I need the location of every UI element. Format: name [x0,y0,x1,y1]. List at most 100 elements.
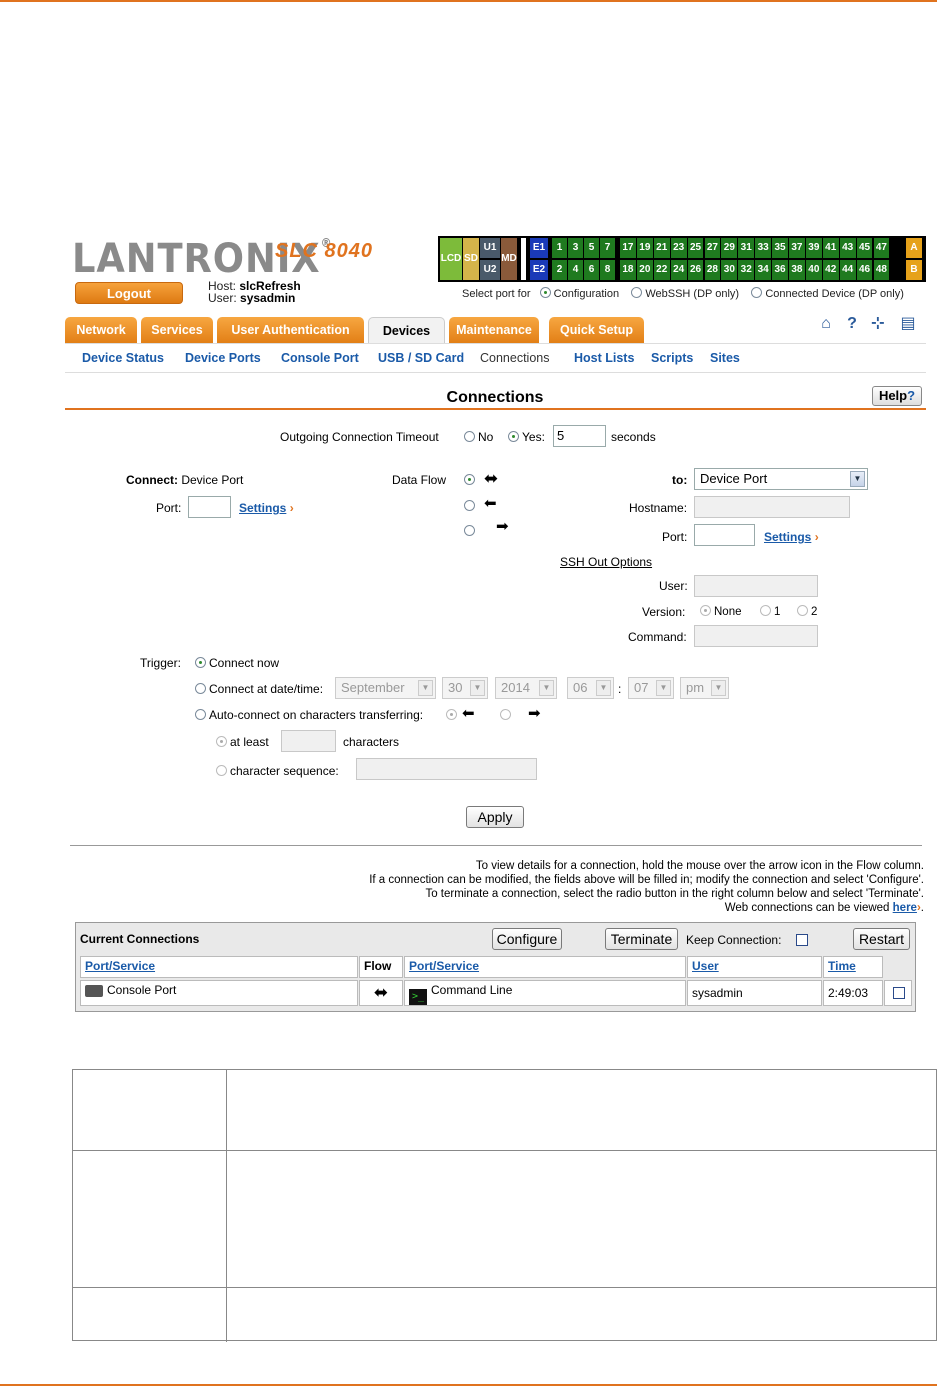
port-27-indicator[interactable]: 27 [704,238,721,258]
port-41-indicator[interactable]: 41 [822,238,839,258]
keep-connection-checkbox[interactable] [796,934,808,946]
port-43-indicator[interactable]: 43 [839,238,856,258]
port-31-indicator[interactable]: 31 [738,238,755,258]
port-46-indicator[interactable]: 46 [856,260,873,280]
port2-input[interactable] [694,524,755,546]
settings2-link[interactable]: Settings › [764,530,819,544]
port-47-indicator[interactable]: 47 [873,238,890,258]
at-least-input[interactable] [281,730,336,752]
trigger-auto-radio[interactable] [195,709,206,720]
flow-right-radio[interactable] [464,524,478,538]
port-48-indicator[interactable]: 48 [873,260,890,280]
subnav-console-port[interactable]: Console Port [281,351,359,365]
u1-indicator[interactable]: U1 [480,238,500,258]
subnav-usb-sd-card[interactable]: USB / SD Card [378,351,464,365]
restart-button[interactable]: Restart [853,928,910,950]
radio-webssh[interactable] [631,287,643,298]
port-21-indicator[interactable]: 21 [653,238,670,258]
tab-services[interactable]: Services [141,317,213,343]
subnav-device-ports[interactable]: Device Ports [185,351,261,365]
subnav-scripts[interactable]: Scripts [651,351,693,365]
col-port-service[interactable]: Port/Service [80,956,358,978]
settings-link[interactable]: Settings › [239,501,294,515]
command-input[interactable] [694,625,818,647]
minute-select[interactable]: 07 ▼ [628,677,674,699]
tab-user-authentication[interactable]: User Authentication [217,317,364,343]
configure-button[interactable]: Configure [492,928,562,950]
port-28-indicator[interactable]: 28 [704,260,721,280]
col-port-service-2[interactable]: Port/Service [404,956,686,978]
port-18-indicator[interactable]: 18 [620,260,636,280]
tab-network[interactable]: Network [65,317,137,343]
tab-maintenance[interactable]: Maintenance [449,317,539,343]
e1-indicator[interactable]: E1 [530,238,548,258]
port-input[interactable] [188,496,231,518]
port-25-indicator[interactable]: 25 [687,238,704,258]
port-22-indicator[interactable]: 22 [653,260,670,280]
tab-quick-setup[interactable]: Quick Setup [549,317,644,343]
flow-bidirectional-icon[interactable]: ⬌ [359,980,403,1006]
trigger-now-radio[interactable] [195,657,206,668]
port-19-indicator[interactable]: 19 [636,238,653,258]
char-sequence-input[interactable] [356,758,537,780]
radio-connected-device[interactable] [751,287,763,298]
apply-button[interactable]: Apply [466,806,524,828]
port-42-indicator[interactable]: 42 [822,260,839,280]
help-button[interactable]: Help? [872,386,922,406]
port-38-indicator[interactable]: 38 [789,260,805,280]
version-2-radio[interactable] [797,605,808,616]
port-7-indicator[interactable]: 7 [600,238,615,258]
timeout-input[interactable]: 5 [553,425,606,447]
hour-select[interactable]: 06 ▼ [567,677,614,699]
at-least-radio[interactable] [216,736,227,747]
port-5-indicator[interactable]: 5 [584,238,599,258]
port-24-indicator[interactable]: 24 [670,260,687,280]
hostname-input[interactable] [694,496,850,518]
port-30-indicator[interactable]: 30 [721,260,738,280]
auto-left-radio[interactable] [446,708,460,722]
port-23-indicator[interactable]: 23 [670,238,687,258]
flow-left-radio[interactable] [464,499,478,513]
radio-configuration[interactable] [539,287,551,298]
port-44-indicator[interactable]: 44 [839,260,856,280]
subnav-device-status[interactable]: Device Status [82,351,164,365]
log-icon[interactable]: ▤ [898,315,918,335]
port-32-indicator[interactable]: 32 [738,260,755,280]
subnav-host-lists[interactable]: Host Lists [574,351,634,365]
port-8-indicator[interactable]: 8 [600,260,615,280]
col-time[interactable]: Time [823,956,883,978]
port-3-indicator[interactable]: 3 [568,238,583,258]
sd-indicator[interactable]: SD [463,238,479,280]
month-select[interactable]: September ▼ [335,677,436,699]
port-35-indicator[interactable]: 35 [772,238,788,258]
port-29-indicator[interactable]: 29 [721,238,738,258]
port-36-indicator[interactable]: 36 [772,260,788,280]
ssh-user-input[interactable] [694,575,818,597]
timeout-no-radio[interactable] [464,431,475,442]
port-17-indicator[interactable]: 17 [620,238,636,258]
row-select-checkbox[interactable] [893,987,905,999]
to-select[interactable]: Device Port ▼ [694,468,868,490]
col-user[interactable]: User [687,956,822,978]
terminate-button[interactable]: Terminate [605,928,678,950]
char-sequence-radio[interactable] [216,765,227,776]
port-37-indicator[interactable]: 37 [789,238,805,258]
tab-devices[interactable]: Devices [368,317,445,343]
port-4-indicator[interactable]: 4 [568,260,583,280]
trigger-datetime-radio[interactable] [195,683,206,694]
port-33-indicator[interactable]: 33 [755,238,772,258]
port-45-indicator[interactable]: 45 [856,238,873,258]
home-icon[interactable]: ⌂ [816,315,836,335]
timeout-yes-radio[interactable] [508,431,519,442]
day-select[interactable]: 30 ▼ [442,677,488,699]
version-none-radio[interactable] [700,605,711,616]
subnav-connections[interactable]: Connections [480,351,550,365]
sitemap-icon[interactable]: ⊹ [868,315,888,335]
port-34-indicator[interactable]: 34 [755,260,772,280]
port-20-indicator[interactable]: 20 [636,260,653,280]
year-select[interactable]: 2014 ▼ [495,677,557,699]
web-connections-link[interactable]: here [893,902,917,914]
port-6-indicator[interactable]: 6 [584,260,599,280]
version-1-radio[interactable] [760,605,771,616]
e2-indicator[interactable]: E2 [530,260,548,280]
